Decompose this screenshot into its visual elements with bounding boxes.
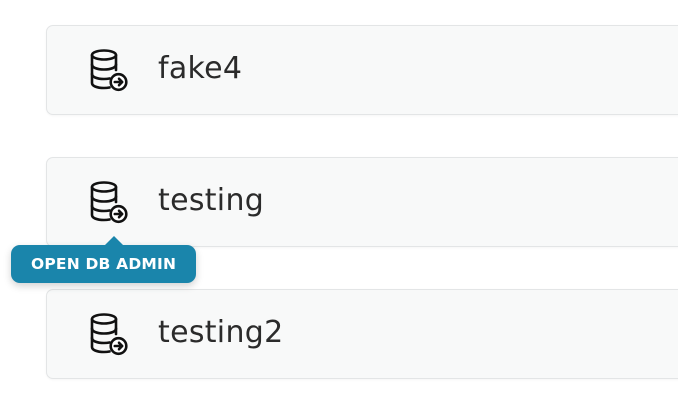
open-db-admin-tooltip: OPEN DB ADMIN [11, 236, 197, 283]
database-list: fake4 testing testing2 OPEN DB ADMIN [0, 0, 678, 416]
database-card-testing[interactable]: testing [46, 157, 678, 247]
database-card-testing2[interactable]: testing2 [46, 289, 678, 379]
database-open-icon[interactable] [87, 180, 131, 226]
tooltip-arrow [104, 236, 124, 246]
database-open-icon[interactable] [87, 48, 131, 94]
database-name[interactable]: testing [158, 158, 264, 246]
database-card-fake4[interactable]: fake4 [46, 25, 678, 115]
database-name[interactable]: fake4 [158, 26, 242, 114]
database-name[interactable]: testing2 [158, 290, 284, 378]
database-open-icon[interactable] [87, 312, 131, 358]
tooltip-label: OPEN DB ADMIN [31, 255, 177, 273]
